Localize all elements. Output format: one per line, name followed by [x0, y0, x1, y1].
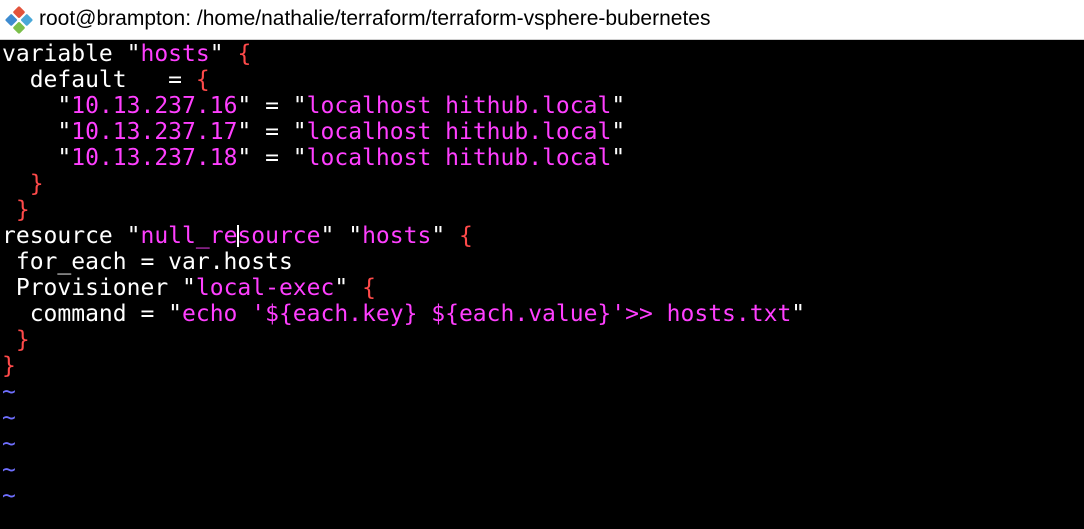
- code-token: {: [459, 223, 473, 249]
- code-token: hosts: [140, 41, 210, 67]
- code-line: "10.13.237.16" = "localhost hithub.local…: [2, 93, 625, 119]
- code-token: " = ": [237, 93, 307, 119]
- code-token: }: [2, 353, 16, 379]
- code-line: default = {: [2, 67, 210, 93]
- code-token: default =: [2, 67, 196, 93]
- code-token: local-exec: [195, 275, 335, 301]
- code-line: }: [2, 353, 16, 379]
- tilde-marker: ~: [2, 405, 16, 431]
- code-line: }: [2, 327, 30, 353]
- code-token: 10.13.237.18: [71, 145, 238, 171]
- code-line: }: [2, 171, 44, 197]
- code-token: variable ": [2, 41, 141, 67]
- code-token: resource ": [2, 223, 141, 249]
- code-token: echo '${each.key} ${each.value}'>> hosts…: [182, 301, 792, 327]
- code-token: 10.13.237.16: [71, 93, 238, 119]
- code-token: null_re: [140, 223, 238, 249]
- empty-line-tilde: ~: [2, 431, 16, 457]
- code-line: resource "null_resource" "hosts" {: [2, 223, 473, 249]
- code-token: ": [2, 93, 72, 119]
- code-token: }: [2, 171, 44, 197]
- code-line: command = "echo '${each.key} ${each.valu…: [2, 301, 805, 327]
- empty-line-tilde: ~: [2, 483, 16, 509]
- code-token: localhost hithub.local: [306, 119, 612, 145]
- code-token: " ": [320, 223, 363, 249]
- code-token: source: [237, 223, 321, 249]
- code-line: variable "hosts" {: [2, 41, 251, 67]
- code-token: " = ": [237, 145, 307, 171]
- code-token: ": [611, 93, 626, 119]
- code-token: ": [334, 275, 363, 301]
- code-token: {: [237, 41, 252, 67]
- code-token: }: [2, 327, 30, 353]
- code-token: for_each = var.hosts: [2, 249, 293, 275]
- code-token: ": [611, 145, 626, 171]
- tilde-marker: ~: [2, 483, 16, 509]
- empty-line-tilde: ~: [2, 379, 16, 405]
- code-token: }: [2, 197, 30, 223]
- code-token: ": [431, 223, 460, 249]
- tilde-marker: ~: [2, 431, 16, 457]
- empty-line-tilde: ~: [2, 457, 16, 483]
- code-token: " = ": [237, 119, 307, 145]
- tilde-marker: ~: [2, 457, 16, 483]
- empty-line-tilde: ~: [2, 405, 16, 431]
- code-token: localhost hithub.local: [306, 145, 612, 171]
- code-line: }: [2, 197, 30, 223]
- code-token: hosts: [362, 223, 432, 249]
- code-token: 10.13.237.17: [71, 119, 238, 145]
- terminal-editor[interactable]: variable "hosts" { default = { "10.13.23…: [0, 40, 1084, 529]
- tilde-marker: ~: [2, 379, 16, 405]
- code-token: localhost hithub.local: [306, 93, 612, 119]
- code-line: for_each = var.hosts: [2, 249, 293, 275]
- code-token: ": [2, 145, 72, 171]
- code-token: Provisioner ": [2, 275, 196, 301]
- code-line: Provisioner "local-exec" {: [2, 275, 376, 301]
- code-token: ": [611, 119, 626, 145]
- code-token: {: [362, 275, 376, 301]
- code-token: ": [2, 119, 72, 145]
- code-line: "10.13.237.17" = "localhost hithub.local…: [2, 119, 625, 145]
- window-titlebar: root@brampton: /home/nathalie/terraform/…: [0, 0, 1084, 40]
- code-line: "10.13.237.18" = "localhost hithub.local…: [2, 145, 625, 171]
- git-bash-icon: [5, 6, 33, 34]
- code-token: ": [209, 41, 238, 67]
- code-token: command = ": [2, 301, 183, 327]
- code-token: ": [791, 301, 806, 327]
- window-title: root@brampton: /home/nathalie/terraform/…: [39, 7, 711, 30]
- code-token: {: [195, 67, 210, 93]
